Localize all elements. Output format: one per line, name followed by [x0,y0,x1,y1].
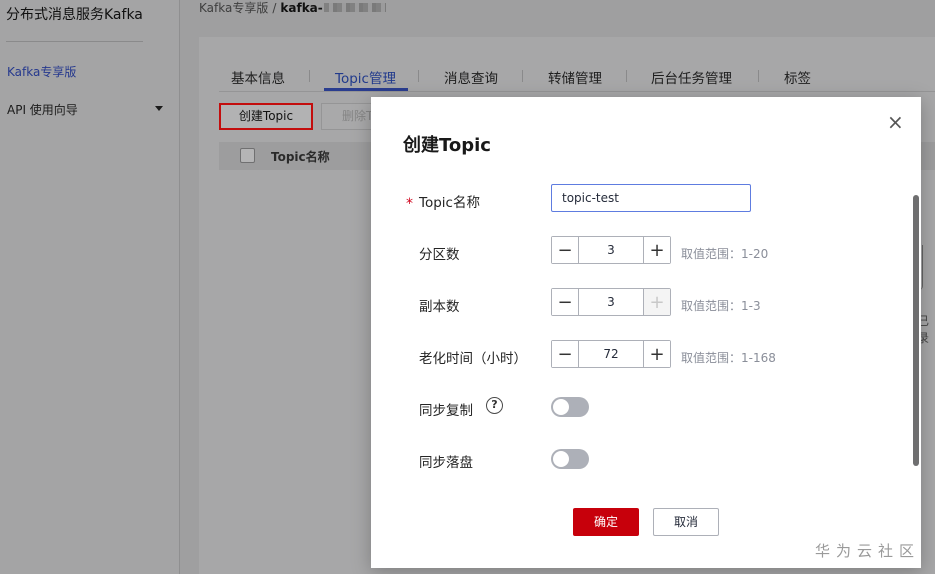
aging-time-label: 老化时间（小时） [419,351,527,367]
chevron-down-icon[interactable] [155,106,163,111]
aging-time-stepper: − 72 + [551,340,671,368]
cancel-button[interactable]: 取消 [653,508,719,536]
sync-replication-label: 同步复制 [419,403,473,419]
sidebar: 分布式消息服务Kafka Kafka专享版 API 使用向导 [0,0,180,574]
partitions-label: 分区数 [419,247,460,263]
breadcrumb-parent[interactable]: Kafka专享版 [199,0,268,16]
breadcrumb: Kafka专享版 / kafka- [199,0,386,15]
partitions-value[interactable]: 3 [579,237,643,263]
tab-dump-management[interactable]: 转储管理 [548,67,602,87]
confirm-button[interactable]: 确定 [573,508,639,536]
tab-background-tasks[interactable]: 后台任务管理 [651,67,732,87]
topic-name-input[interactable] [551,184,751,212]
watermark: 华为云社区 [815,542,921,560]
redacted-instance-name [323,3,386,12]
required-mark: * [406,196,413,212]
partitions-increment-button[interactable]: + [643,237,670,263]
tab-divider [309,70,310,82]
dialog-title: 创建Topic [403,135,491,156]
tab-divider [522,70,523,82]
column-header-topic-name: Topic名称 [271,150,330,164]
tab-bar: 基本信息 Topic管理 消息查询 转储管理 后台任务管理 标签 [219,64,935,92]
replicas-increment-button[interactable]: + [643,289,670,315]
breadcrumb-current: kafka- [280,0,323,15]
create-topic-button[interactable]: 创建Topic [219,103,313,130]
dialog-scrollbar[interactable] [913,195,919,466]
tab-divider [758,70,759,82]
aging-time-value[interactable]: 72 [579,341,643,367]
tab-active-indicator [324,88,408,91]
sync-flush-label: 同步落盘 [419,455,473,471]
tab-topic-management[interactable]: Topic管理 [335,67,396,87]
aging-time-decrement-button[interactable]: − [552,341,579,367]
sync-flush-toggle[interactable] [551,449,589,469]
toggle-knob [553,451,569,467]
replicas-decrement-button[interactable]: − [552,289,579,315]
tab-divider [626,70,627,82]
partitions-stepper: − 3 + [551,236,671,264]
tab-tags[interactable]: 标签 [784,67,811,87]
close-icon[interactable]: × [887,112,904,132]
breadcrumb-separator: / [272,0,277,15]
topic-name-label: Topic名称 [419,195,480,211]
sidebar-divider [6,41,143,42]
help-icon[interactable]: ? [486,397,503,414]
sidebar-item-api-guide[interactable]: API 使用向导 [7,101,78,118]
tab-basic-info[interactable]: 基本信息 [231,67,285,87]
sidebar-title: 分布式消息服务Kafka [6,7,143,23]
replicas-stepper: − 3 + [551,288,671,316]
replicas-range-hint: 取值范围：1-3 [681,299,761,313]
sidebar-item-kafka-exclusive[interactable]: Kafka专享版 [7,63,76,80]
toggle-knob [553,399,569,415]
tab-message-query[interactable]: 消息查询 [444,67,498,87]
aging-time-increment-button[interactable]: + [643,341,670,367]
tab-divider [418,70,419,82]
replicas-value[interactable]: 3 [579,289,643,315]
select-all-checkbox[interactable] [240,148,255,163]
partitions-range-hint: 取值范围：1-20 [681,247,769,261]
partitions-decrement-button[interactable]: − [552,237,579,263]
create-topic-dialog: 创建Topic × * Topic名称 分区数 − 3 + 取值范围：1-20 … [371,97,921,568]
aging-time-range-hint: 取值范围：1-168 [681,351,776,365]
sync-replication-toggle[interactable] [551,397,589,417]
replicas-label: 副本数 [419,299,460,315]
